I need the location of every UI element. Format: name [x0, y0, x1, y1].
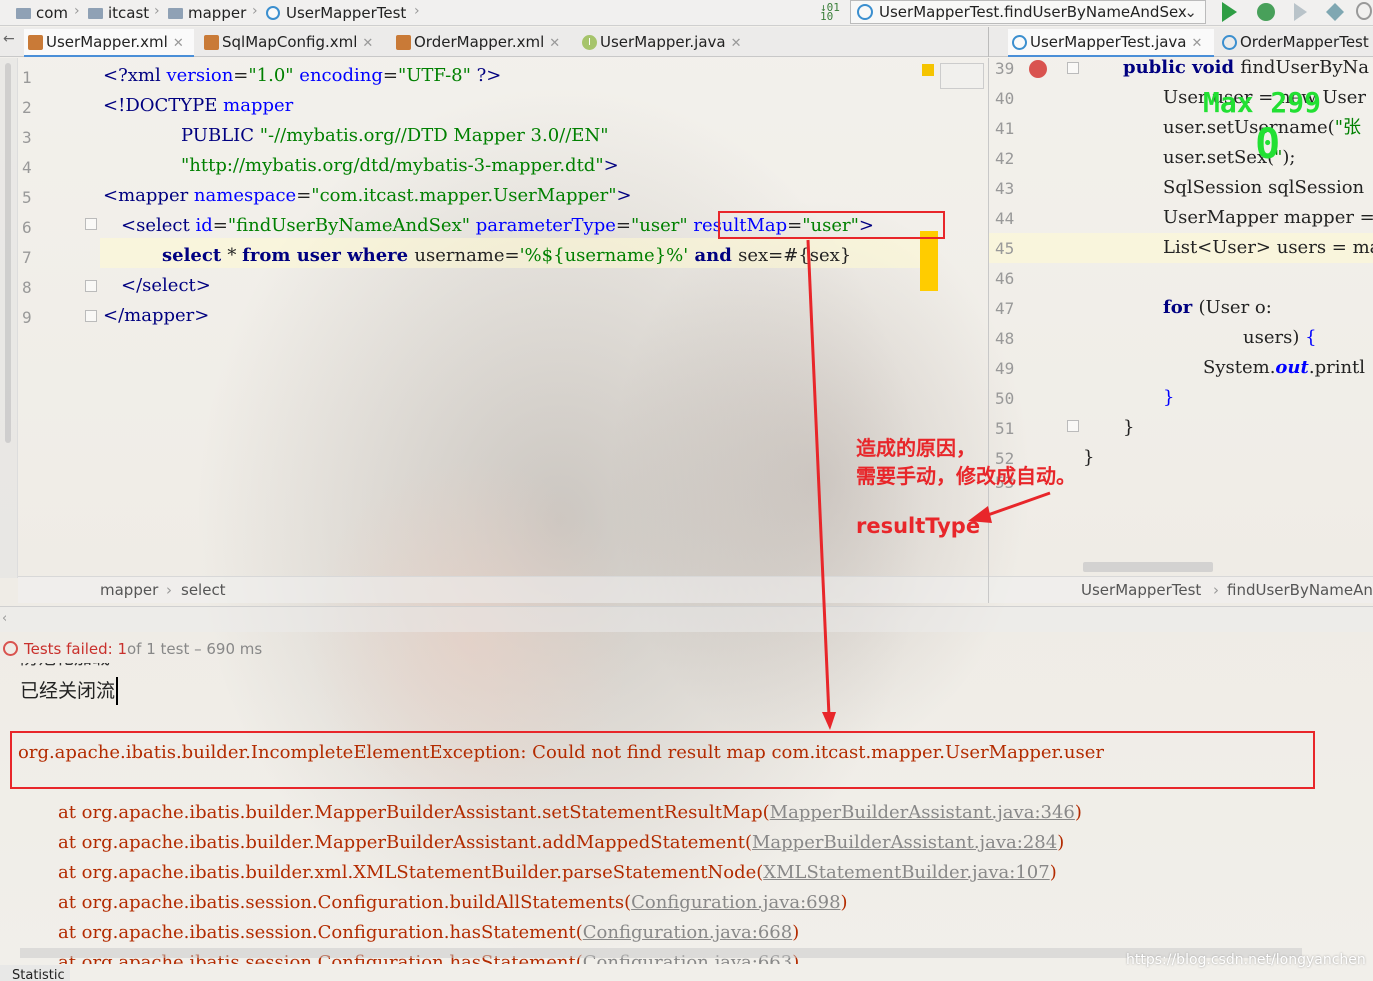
- annotation-cause: 造成的原因， 需要手动，修改成自动。: [856, 436, 1076, 488]
- annotation-fix: resultType: [856, 514, 981, 538]
- arrow-head-down: [822, 712, 836, 730]
- annotation-arrows: [806, 239, 1051, 730]
- arrow-down-line: [806, 239, 831, 717]
- arrow-left-line: [984, 491, 1051, 518]
